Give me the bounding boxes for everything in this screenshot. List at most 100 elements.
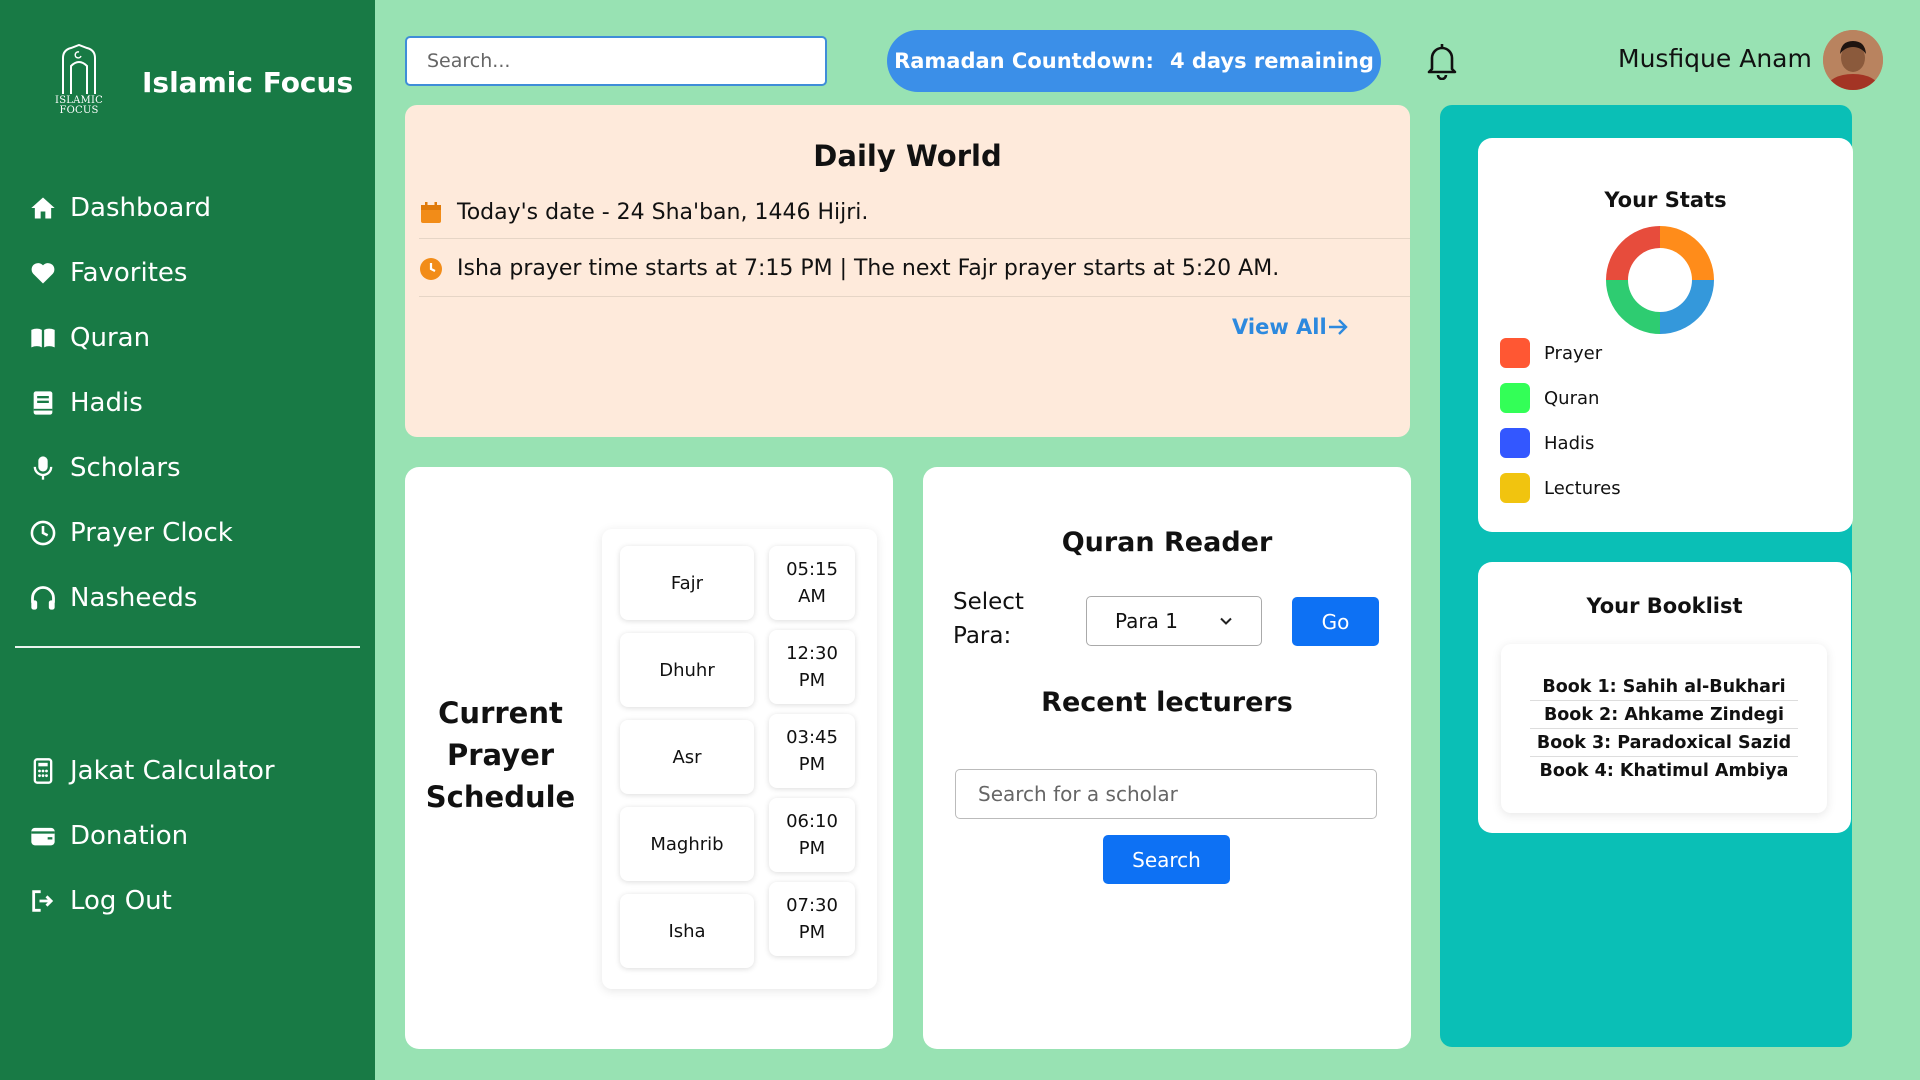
- daily-world-title: Daily World: [813, 139, 1002, 173]
- brand[interactable]: ISLAMIC FOCUS Islamic Focus: [48, 44, 353, 120]
- right-panel: Your Stats Prayer Quran Hadis Lectures Y…: [1440, 105, 1853, 1047]
- sidebar-item-donation[interactable]: Donation: [28, 803, 358, 868]
- heart-icon: [28, 258, 58, 288]
- stats-donut-chart: [1606, 226, 1714, 334]
- home-icon: [28, 193, 58, 223]
- ramadan-countdown-badge: Ramadan Countdown: 4 days remaining: [887, 30, 1381, 92]
- microphone-icon: [28, 453, 58, 483]
- legend-item-quran: Quran: [1500, 383, 1599, 413]
- para-select[interactable]: Para 1: [1086, 596, 1262, 646]
- prayer-time: 03:45 PM: [769, 714, 855, 788]
- logout-icon: [28, 886, 58, 916]
- daily-date-text: Today's date - 24 Sha'ban, 1446 Hijri.: [457, 200, 869, 225]
- sidebar: ISLAMIC FOCUS Islamic Focus Dashboard Fa…: [0, 0, 375, 1080]
- prayer-title-line: Schedule: [425, 780, 576, 814]
- prayer-title-line: Current: [438, 696, 563, 730]
- prayer-time: 06:10 PM: [769, 798, 855, 872]
- user-name[interactable]: Musfique Anam: [1618, 44, 1812, 73]
- donut-segment-orange: [1660, 226, 1714, 280]
- clock-icon: [28, 518, 58, 548]
- sidebar-item-quran[interactable]: Quran: [28, 305, 358, 370]
- sidebar-item-dashboard[interactable]: Dashboard: [28, 175, 358, 240]
- donut-segment-green: [1606, 280, 1660, 334]
- bell-icon[interactable]: [1424, 40, 1460, 81]
- sidebar-item-favorites[interactable]: Favorites: [28, 240, 358, 305]
- donut-segment-blue: [1660, 280, 1714, 334]
- scholar-search-input[interactable]: [955, 769, 1377, 819]
- prayer-schedule-card: Current Prayer Schedule Fajr 05:15 AM Dhu…: [405, 467, 893, 1049]
- view-all-link[interactable]: View All: [1232, 315, 1349, 339]
- prayer-name: Isha: [620, 894, 754, 968]
- sidebar-item-log-out[interactable]: Log Out: [28, 868, 358, 933]
- book-icon: [28, 388, 58, 418]
- prayer-time: 12:30 PM: [769, 630, 855, 704]
- countdown-label: Ramadan Countdown:: [894, 49, 1154, 73]
- select-para-label: Select Para:: [953, 589, 1024, 649]
- sidebar-item-prayer-clock[interactable]: Prayer Clock: [28, 500, 358, 565]
- daily-prayer-row: Isha prayer time starts at 7:15 PM | The…: [419, 241, 1410, 297]
- clock-icon: [420, 257, 442, 280]
- sidebar-item-scholars[interactable]: Scholars: [28, 435, 358, 500]
- daily-world-card: Daily World Today's date - 24 Sha'ban, 1…: [405, 105, 1410, 437]
- book-item[interactable]: Book 3: Paradoxical Sazid: [1530, 729, 1798, 757]
- prayer-title-line: Prayer: [446, 738, 555, 772]
- daily-prayer-text: Isha prayer time starts at 7:15 PM | The…: [457, 256, 1280, 281]
- prayer-times-table: Fajr 05:15 AM Dhuhr 12:30 PM Asr 03:45 PM M…: [602, 529, 877, 989]
- legend-item-prayer: Prayer: [1500, 338, 1602, 368]
- brand-name: Islamic Focus: [142, 65, 354, 99]
- headphones-icon: [28, 583, 58, 613]
- legend-item-hadis: Hadis: [1500, 428, 1594, 458]
- sidebar-item-label: Log Out: [70, 885, 172, 916]
- booklist-list: Book 1: Sahih al-Bukhari Book 2: Ahkame …: [1501, 644, 1827, 813]
- your-booklist-card: Your Booklist Book 1: Sahih al-Bukhari B…: [1478, 562, 1851, 833]
- quran-reader-card: Quran Reader Select Para: Para 1 Go Rece…: [923, 467, 1411, 1049]
- sidebar-item-label: Prayer Clock: [70, 517, 233, 548]
- sidebar-item-label: Nasheeds: [70, 582, 198, 613]
- view-all-label: View All: [1232, 315, 1327, 339]
- prayer-time: 07:30 PM: [769, 882, 855, 956]
- sidebar-item-label: Quran: [70, 322, 151, 353]
- prayer-name: Maghrib: [620, 807, 754, 881]
- search-input[interactable]: [405, 36, 827, 86]
- sidebar-item-label: Jakat Calculator: [70, 755, 275, 786]
- legend-label: Quran: [1544, 387, 1600, 409]
- sidebar-item-jakat-calculator[interactable]: Jakat Calculator: [28, 738, 358, 803]
- donut-segment-red: [1606, 226, 1660, 280]
- legend-label: Hadis: [1544, 432, 1595, 454]
- legend-swatch: [1500, 383, 1530, 413]
- legend-label: Lectures: [1544, 477, 1621, 499]
- countdown-value: 4 days remaining: [1169, 49, 1374, 73]
- book-open-icon: [28, 323, 58, 353]
- quran-reader-title: Quran Reader: [1061, 527, 1273, 558]
- prayer-time: 05:15 AM: [769, 546, 855, 620]
- logo-text-bottom: FOCUS: [59, 105, 99, 116]
- legend-swatch: [1500, 473, 1530, 503]
- brand-logo: ISLAMIC FOCUS: [48, 44, 110, 120]
- prayer-name: Fajr: [620, 546, 754, 620]
- avatar[interactable]: [1823, 30, 1883, 90]
- sidebar-divider: [15, 646, 360, 648]
- go-button[interactable]: Go: [1292, 597, 1379, 646]
- calendar-icon: [421, 201, 441, 223]
- sidebar-item-nasheeds[interactable]: Nasheeds: [28, 565, 358, 630]
- prayer-schedule-title: Current Prayer Schedule: [423, 692, 578, 818]
- sidebar-item-label: Dashboard: [70, 192, 212, 223]
- sidebar-bottom-nav: Jakat Calculator Donation Log Out: [28, 738, 358, 933]
- book-item[interactable]: Book 1: Sahih al-Bukhari: [1530, 673, 1798, 701]
- sidebar-nav: Dashboard Favorites Quran Hadis Scholars: [28, 175, 358, 630]
- prayer-name: Dhuhr: [620, 633, 754, 707]
- legend-swatch: [1500, 428, 1530, 458]
- sidebar-item-label: Donation: [70, 820, 189, 851]
- sidebar-item-hadis[interactable]: Hadis: [28, 370, 358, 435]
- mosque-logo-icon: [62, 44, 96, 94]
- your-stats-title: Your Stats: [1604, 188, 1727, 212]
- chevron-down-icon: [1220, 617, 1232, 625]
- book-item[interactable]: Book 2: Ahkame Zindegi: [1530, 701, 1798, 729]
- your-booklist-title: Your Booklist: [1586, 594, 1743, 618]
- legend-item-lectures: Lectures: [1500, 473, 1621, 503]
- arrow-right-icon: [1328, 319, 1348, 335]
- prayer-name: Asr: [620, 720, 754, 794]
- book-item[interactable]: Book 4: Khatimul Ambiya: [1530, 757, 1798, 785]
- scholar-search-button[interactable]: Search: [1103, 835, 1230, 884]
- wallet-icon: [28, 821, 58, 851]
